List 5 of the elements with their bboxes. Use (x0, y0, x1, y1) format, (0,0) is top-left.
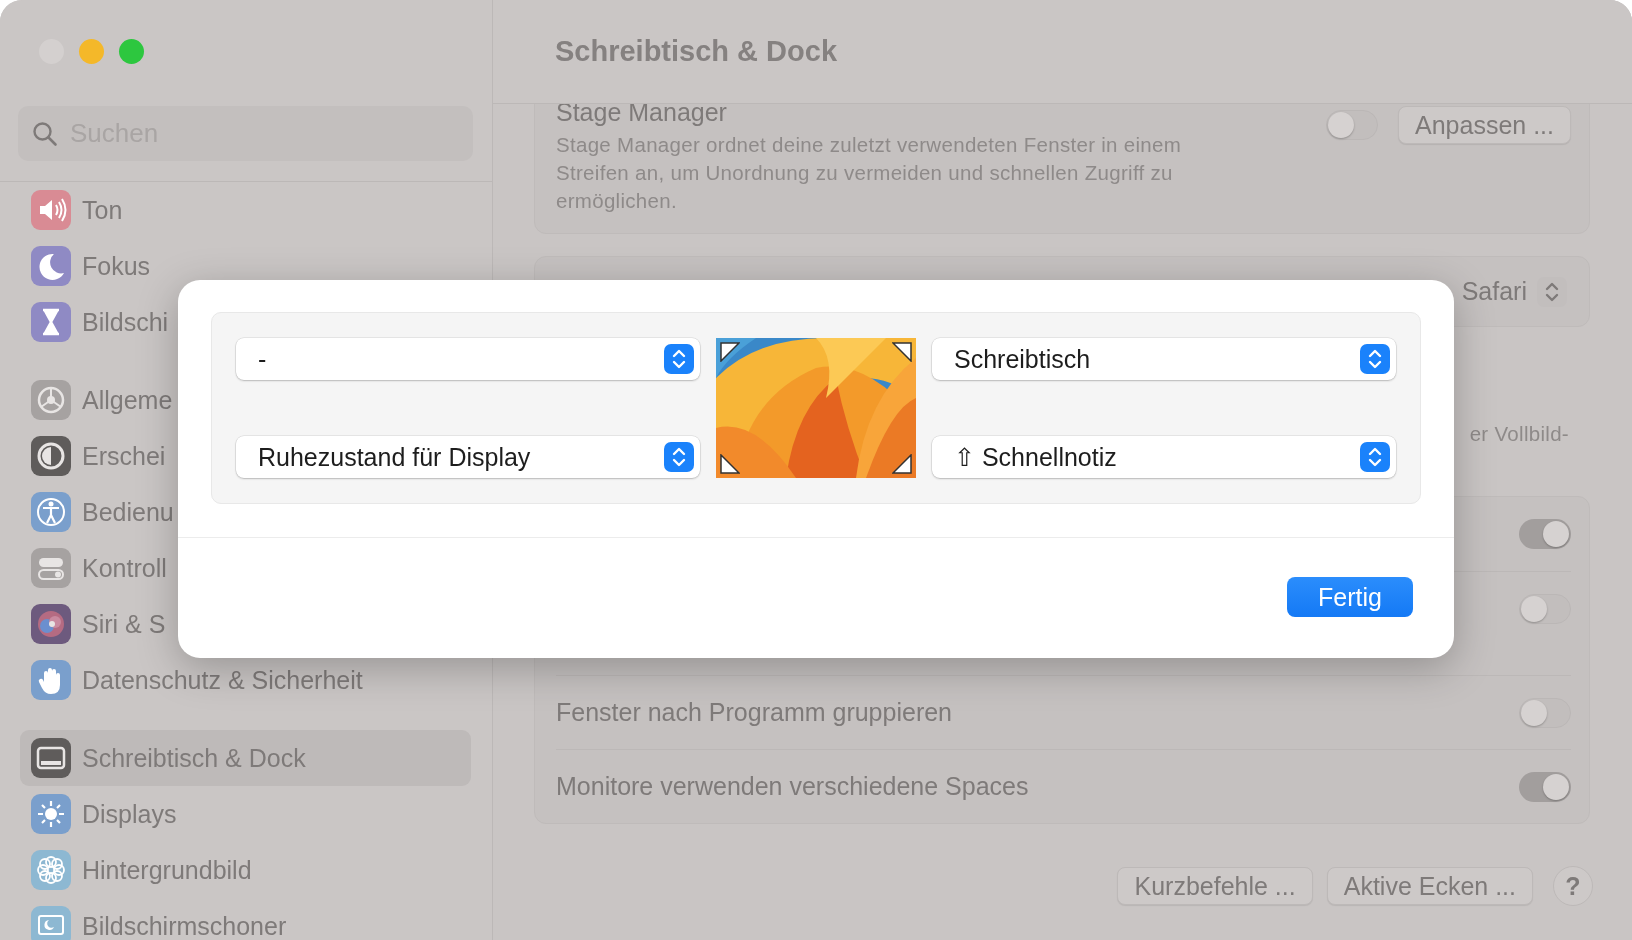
window-title: Schreibtisch & Dock (555, 35, 838, 68)
setting-description: er Vollbild- (1469, 422, 1569, 445)
setting-title: Stage Manager (556, 97, 728, 127)
setting-label: Monitore verwenden verschiedene Spaces (556, 772, 1029, 801)
setting-label: Fenster nach Programm gruppieren (556, 698, 953, 727)
